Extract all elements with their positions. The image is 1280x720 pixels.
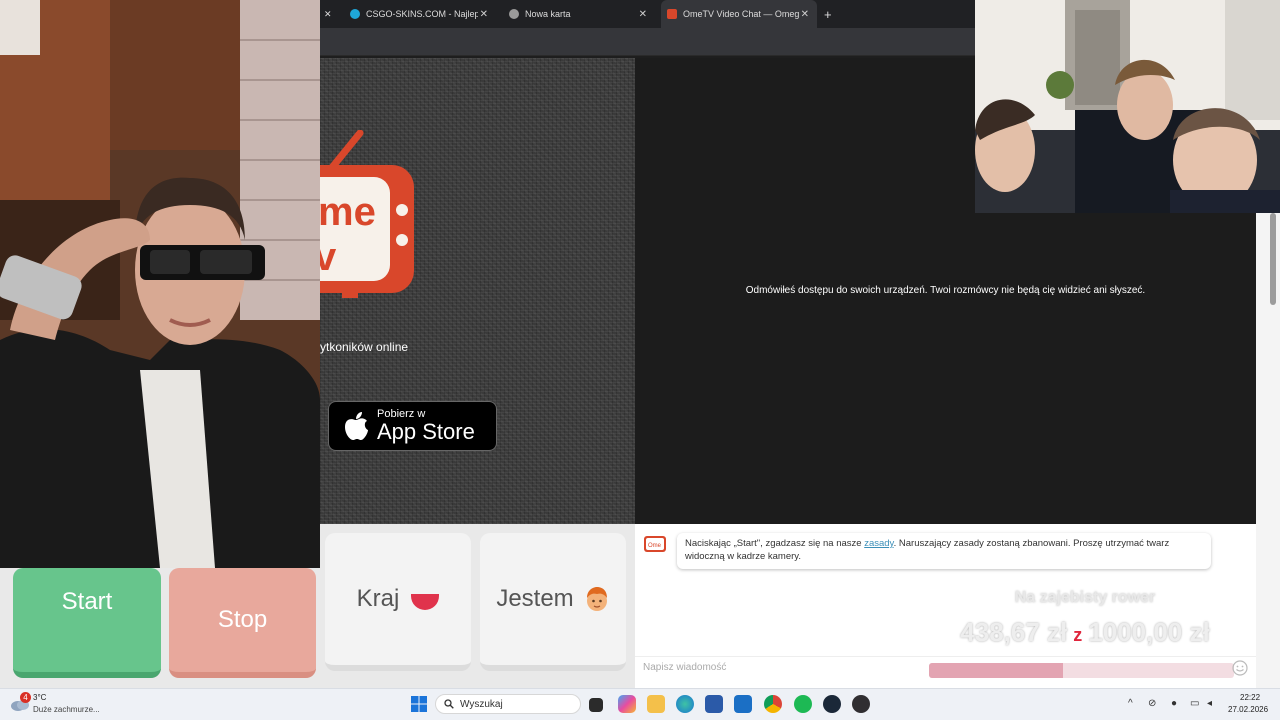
tab-title: Nowa karta — [525, 9, 571, 19]
donation-current: 438,67 zł — [960, 617, 1068, 647]
microphone-icon[interactable]: ● — [1171, 698, 1177, 709]
browser-tab-strip: ✕ CSGO-SKINS.COM - Najlepsze ✕ Nowa kart… — [320, 0, 975, 28]
tab-title: OmeTV Video Chat — Omegle — [683, 9, 799, 19]
svg-text:Ome: Ome — [648, 543, 662, 549]
rules-link[interactable]: zasady — [864, 538, 893, 549]
tab-close-hidden[interactable]: ✕ — [324, 0, 338, 28]
donation-progress-bar — [929, 663, 1234, 678]
ometv-favicon-icon — [667, 9, 677, 19]
rules-message: Naciskając „Start", zgadzasz się na nasz… — [677, 533, 1211, 569]
search-label: Wyszukaj — [460, 698, 503, 710]
network-off-icon[interactable]: ⊘ — [1148, 698, 1156, 709]
windows-start-icon[interactable] — [411, 696, 427, 712]
country-button[interactable]: Kraj — [325, 533, 471, 671]
close-icon[interactable]: ✕ — [480, 9, 488, 20]
browser-toolbar — [320, 28, 975, 56]
tab-title: CSGO-SKINS.COM - Najlepsze — [366, 9, 478, 19]
obs-icon[interactable] — [852, 695, 870, 713]
copilot-icon[interactable] — [618, 695, 636, 713]
gender-label: Jestem — [496, 585, 574, 612]
country-label: Kraj — [356, 585, 400, 612]
task-view-icon[interactable] — [589, 698, 603, 712]
gender-button[interactable]: Jestem — [480, 533, 626, 671]
weather-alert-badge: 4 — [20, 692, 31, 703]
donation-goal-amount: 438,67 zł z 1000,00 zł — [925, 617, 1245, 648]
volume-icon[interactable]: ◂ — [1207, 698, 1212, 709]
weather-temperature[interactable]: 3°C — [33, 693, 46, 702]
close-icon[interactable]: ✕ — [324, 9, 332, 20]
chrome-icon[interactable] — [764, 695, 782, 713]
page-scrollbar-thumb[interactable] — [1270, 213, 1276, 305]
device-access-notice: Odmówiłeś dostępu do swoich urządzeń. Tw… — [745, 285, 1146, 296]
app-store-big-label: App Store — [377, 419, 475, 444]
chat-message-input[interactable]: Napisz wiadomość — [643, 662, 943, 673]
logo-text-me: me — [320, 190, 376, 234]
chrome-favicon-icon — [509, 9, 519, 19]
page-scroll-track[interactable] — [1256, 213, 1280, 688]
clock-time[interactable]: 22:22 — [1240, 693, 1260, 702]
close-icon[interactable]: ✕ — [639, 9, 647, 20]
ometv-chat-logo-icon: Ome — [644, 536, 666, 552]
tab-new-tab[interactable]: Nowa karta ✕ — [503, 0, 655, 28]
clock-date[interactable]: 27.02.2026 — [1228, 705, 1268, 714]
close-icon[interactable]: ✕ — [801, 9, 809, 20]
smiley-icon[interactable] — [1232, 660, 1248, 676]
streamer-webcam — [0, 0, 320, 568]
chat-divider — [635, 656, 1256, 657]
stop-button[interactable]: Stop — [169, 568, 316, 678]
stop-label: Stop — [217, 606, 268, 633]
windows-taskbar — [0, 688, 1280, 720]
rules-text-start: Naciskając „Start", zgadzasz się na nasz… — [685, 538, 865, 549]
tab-ometv[interactable]: OmeTV Video Chat — Omegle ✕ — [661, 0, 817, 28]
screen: ✕ CSGO-SKINS.COM - Najlepsze ✕ Nowa kart… — [0, 0, 1280, 720]
donation-target: 1000,00 zł — [1088, 617, 1210, 647]
poland-flag-icon — [411, 594, 440, 610]
start-button[interactable]: Start — [13, 568, 161, 678]
steam-icon[interactable] — [823, 695, 841, 713]
edge-icon[interactable] — [676, 695, 694, 713]
file-explorer-icon[interactable] — [647, 695, 665, 713]
display-icon[interactable]: ▭ — [1190, 698, 1199, 709]
tab-csgo-skins[interactable]: CSGO-SKINS.COM - Najlepsze ✕ — [344, 0, 496, 28]
donation-progress-fill — [929, 663, 1064, 678]
spotify-icon[interactable] — [794, 695, 812, 713]
csgo-favicon-icon — [350, 9, 360, 19]
app-store-badge[interactable]: Pobierz w App Store — [328, 401, 497, 451]
donation-separator: z — [1073, 625, 1083, 645]
taskbar-search[interactable]: Wyszukaj — [435, 694, 581, 714]
search-icon — [444, 699, 454, 709]
guests-webcam — [975, 0, 1280, 213]
new-tab-button[interactable]: + — [824, 0, 838, 28]
tray-chevron-icon[interactable]: ^ — [1128, 698, 1133, 709]
users-online-count: ytkoników online — [320, 340, 409, 354]
boy-emoji-icon — [586, 587, 607, 611]
logo-text-v: v — [320, 235, 337, 279]
ometv-logo: me v — [320, 130, 420, 300]
start-label: Start — [61, 588, 113, 615]
donation-goal-title: Na zajebisty rower — [1014, 589, 1156, 606]
outlook-icon[interactable] — [734, 695, 752, 713]
store-icon[interactable] — [705, 695, 723, 713]
plus-icon[interactable]: + — [824, 7, 832, 22]
apple-icon — [345, 412, 368, 440]
weather-description[interactable]: Duże zachmurze... — [33, 705, 100, 714]
